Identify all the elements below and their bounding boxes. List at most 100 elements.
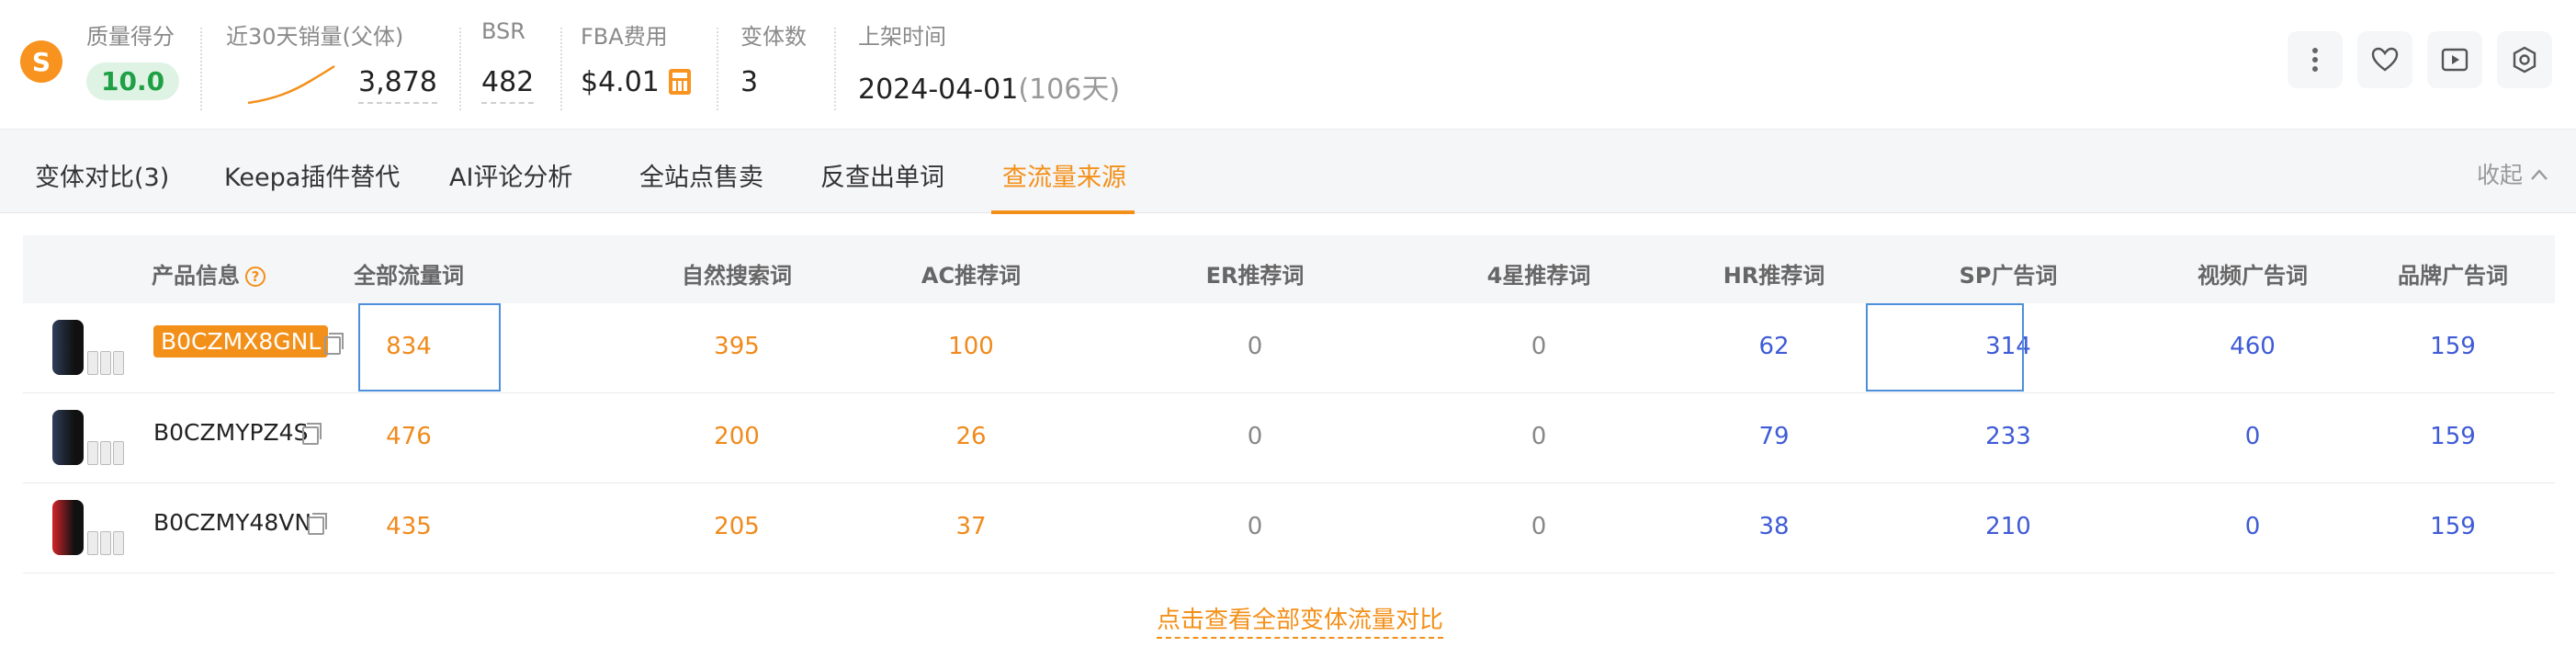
table-cell[interactable]: 435 (317, 513, 501, 540)
fba-fee-amount: $4.01 (581, 66, 660, 98)
settings-button[interactable] (2497, 31, 2552, 88)
tab-variant-compare[interactable]: 变体对比(3) (35, 157, 169, 193)
listed-days: (106天) (1018, 74, 1121, 106)
filter-pack-image (87, 531, 98, 555)
cell-focus-outline (1866, 303, 2024, 392)
th-brand-ad[interactable]: 品牌广告词 (2333, 257, 2572, 289)
filter-pack-image (87, 441, 98, 465)
active-tab-indicator (991, 210, 1135, 214)
stat-bsr-value[interactable]: 482 (481, 66, 535, 104)
stat-quality-label: 质量得分 (86, 24, 175, 50)
divider (717, 28, 718, 110)
help-icon[interactable]: ? (245, 267, 266, 287)
asin-link[interactable]: B0CZMY48VN (153, 509, 311, 536)
table-cell[interactable]: 79 (1682, 423, 1866, 450)
tab-traffic-source[interactable]: 查流量来源 (1002, 157, 1126, 193)
table-cell[interactable]: 159 (2361, 423, 2545, 450)
table-cell[interactable]: 0 (2161, 513, 2344, 540)
table-cell[interactable]: 0 (1163, 423, 1347, 450)
stat-variants-label: 变体数 (740, 24, 807, 50)
table-cell[interactable]: 210 (1916, 513, 2100, 540)
table-cell[interactable]: 38 (1682, 513, 1866, 540)
th-all-traffic[interactable]: 全部流量词 (289, 257, 528, 289)
collapse-button[interactable]: 收起 (2477, 157, 2548, 190)
favorite-button[interactable] (2357, 31, 2412, 88)
table-cell[interactable]: 476 (317, 423, 501, 450)
filter-pack-image (100, 351, 111, 375)
table-cell[interactable]: 159 (2361, 333, 2545, 360)
table-row[interactable]: B0CZMX8GNL 834 395 100 0 0 62 314 460 159 (23, 303, 2555, 393)
th-ac[interactable]: AC推荐词 (852, 257, 1090, 289)
stat-sales-value: 3,878 (358, 66, 437, 104)
tab-reverse-keywords[interactable]: 反查出单词 (820, 157, 944, 193)
filter-pack-image (100, 531, 111, 555)
product-thumbnail[interactable] (52, 320, 126, 377)
stat-bsr: BSR 482 (481, 18, 555, 110)
stat-listed: 上架时间 2024-04-01(106天) (858, 18, 1134, 110)
more-menu-button[interactable] (2288, 31, 2343, 88)
stats-bar: S 质量得分 10.0 近30天销量(父体) 3,878 BSR 482 FBA… (0, 0, 2576, 129)
divider (200, 28, 202, 110)
table-cell[interactable]: 0 (1447, 333, 1631, 360)
divider (560, 28, 562, 110)
table-cell[interactable]: 37 (879, 513, 1063, 540)
table-row[interactable]: B0CZMYPZ4S 476 200 26 0 0 79 233 0 159 (23, 393, 2555, 483)
calculator-icon[interactable] (668, 69, 691, 95)
table-cell[interactable]: 0 (1447, 423, 1631, 450)
product-thumbnail[interactable] (52, 410, 126, 467)
chevron-up-icon (2531, 169, 2548, 180)
filter-pack-image (113, 351, 124, 375)
table-cell[interactable]: 0 (1163, 333, 1347, 360)
divider (834, 28, 836, 110)
stat-sales-label: 近30天销量(父体) (226, 24, 404, 50)
th-hr[interactable]: HR推荐词 (1655, 257, 1893, 289)
table-cell[interactable]: 0 (1163, 513, 1347, 540)
table-cell[interactable]: 62 (1682, 333, 1866, 360)
stat-variants: 变体数 3 (740, 18, 814, 110)
th-sp[interactable]: SP广告词 (1889, 257, 2128, 289)
brand-logo-icon: S (20, 40, 62, 83)
filter-pack-image (113, 441, 124, 465)
stat-bsr-label: BSR (481, 18, 525, 44)
tab-ai-review[interactable]: AI评论分析 (449, 157, 572, 193)
asin-link[interactable]: B0CZMX8GNL (153, 325, 329, 358)
stat-fba-label: FBA费用 (581, 24, 668, 50)
th-organic[interactable]: 自然搜索词 (617, 257, 856, 289)
tab-bar: 变体对比(3) Keepa插件替代 AI评论分析 全站点售卖 反查出单词 查流量… (0, 129, 2576, 214)
table-cell[interactable]: 233 (1916, 423, 2100, 450)
asin-link[interactable]: B0CZMYPZ4S (153, 419, 308, 446)
product-thumbnail[interactable] (52, 500, 126, 557)
cell-focus-outline (358, 303, 501, 392)
stat-quality: 质量得分 10.0 (86, 18, 187, 110)
view-all-variants-link[interactable]: 点击查看全部变体流量对比 (1157, 601, 1444, 639)
stat-fba: FBA费用 $4.01 (581, 18, 709, 110)
video-button[interactable] (2427, 31, 2482, 88)
table-cell[interactable]: 159 (2361, 513, 2545, 540)
table-cell[interactable]: 395 (645, 333, 829, 360)
stat-fba-value: $4.01 (581, 66, 691, 98)
table-row[interactable]: B0CZMY48VN 435 205 37 0 0 38 210 0 159 (23, 483, 2555, 573)
th-product-info-label: 产品信息 (152, 263, 240, 289)
stat-listed-value: 2024-04-01(106天) (858, 66, 1120, 107)
table-cell[interactable]: 205 (645, 513, 829, 540)
sales-trend-sparkline-icon[interactable] (246, 64, 336, 107)
table-cell[interactable]: 26 (879, 423, 1063, 450)
filter-pack-image (87, 351, 98, 375)
table-cell[interactable]: 460 (2161, 333, 2344, 360)
tab-all-sites[interactable]: 全站点售卖 (639, 157, 763, 193)
table-cell[interactable]: 0 (1447, 513, 1631, 540)
table-cell[interactable]: 100 (879, 333, 1063, 360)
filter-pack-image (100, 441, 111, 465)
product-image (52, 320, 84, 375)
collapse-label: 收起 (2477, 162, 2524, 188)
table-cell[interactable]: 200 (645, 423, 829, 450)
th-4star[interactable]: 4星推荐词 (1419, 257, 1658, 289)
quality-score-badge: 10.0 (86, 62, 180, 100)
product-image (52, 500, 84, 555)
table-cell[interactable]: 0 (2161, 423, 2344, 450)
listed-date: 2024-04-01 (858, 74, 1019, 106)
video-icon (2441, 48, 2469, 72)
th-er[interactable]: ER推荐词 (1135, 257, 1374, 289)
tab-keepa[interactable]: Keepa插件替代 (224, 157, 400, 193)
product-image (52, 410, 84, 465)
